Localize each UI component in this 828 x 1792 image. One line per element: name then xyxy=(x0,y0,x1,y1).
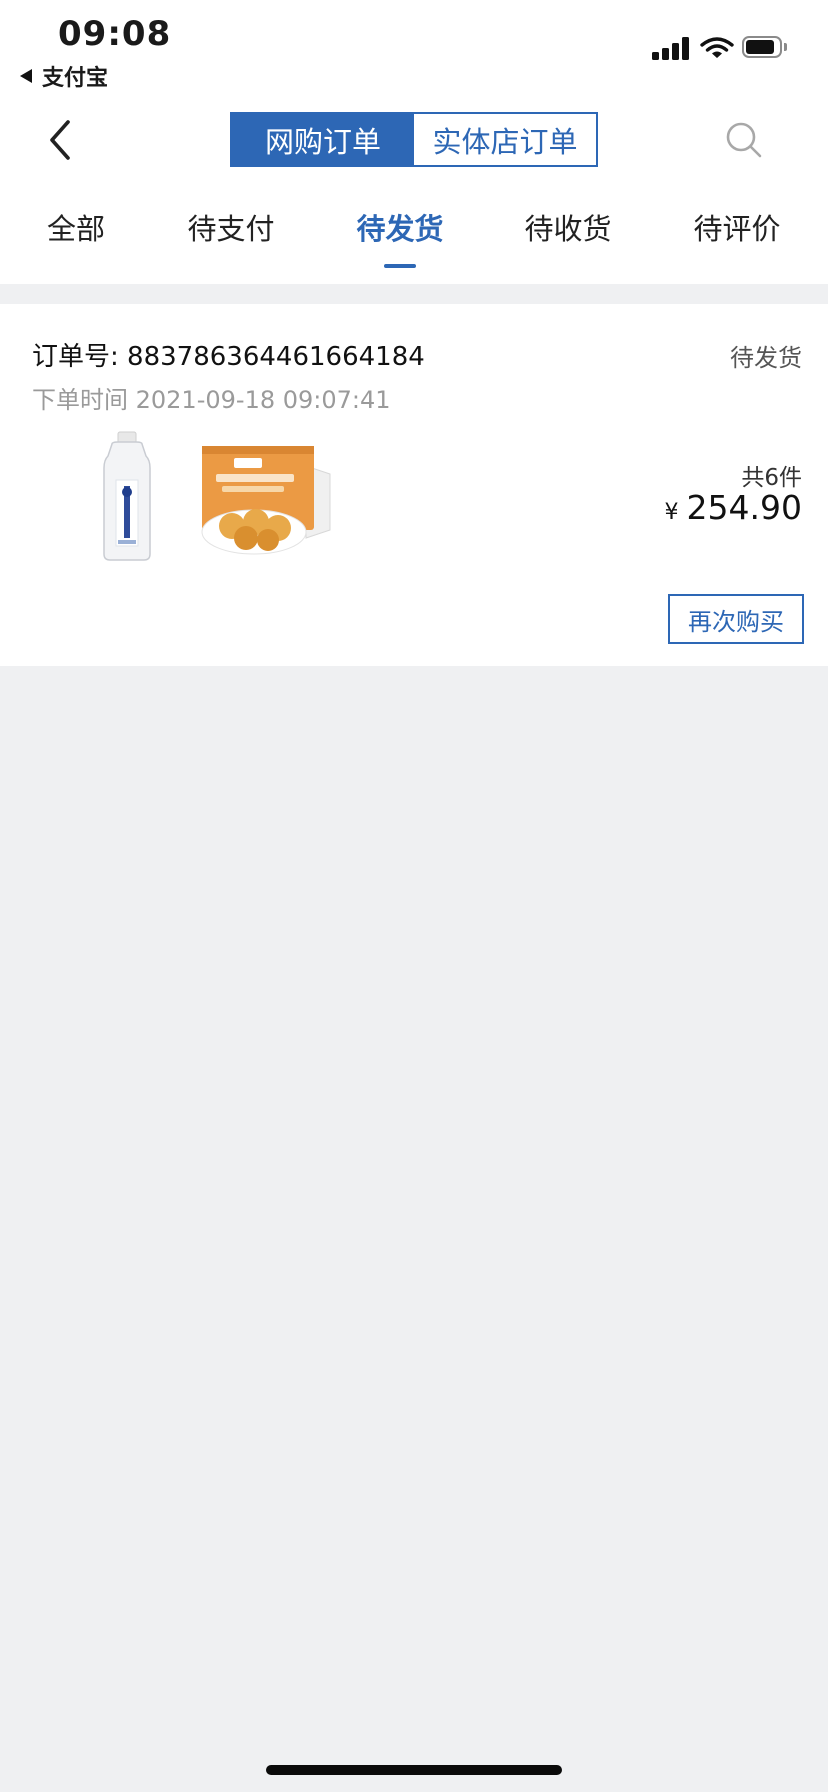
tab-pending-receipt[interactable]: 待收货 xyxy=(508,206,628,248)
battery-icon xyxy=(742,36,788,60)
currency-symbol: ¥ xyxy=(664,500,679,525)
active-tab-indicator xyxy=(384,264,416,268)
search-icon[interactable] xyxy=(724,120,764,160)
tab-pending-review[interactable]: 待评价 xyxy=(677,206,797,248)
wifi-icon xyxy=(700,37,734,58)
return-app-label: 支付宝 xyxy=(42,66,109,91)
tab-pending-shipment[interactable]: 待发货 xyxy=(340,206,460,248)
order-type-segmented-control: 网购订单 实体店订单 xyxy=(230,112,598,167)
order-status-tabs: 全部 待支付 待发货 待收货 待评价 xyxy=(0,206,828,268)
order-status-label: 待发货 xyxy=(730,344,802,372)
milk-bottle-image[interactable] xyxy=(66,426,206,566)
segment-online-orders[interactable]: 网购订单 xyxy=(232,114,414,165)
back-triangle-icon xyxy=(20,69,32,83)
status-time: 09:08 xyxy=(58,14,172,54)
home-indicator[interactable] xyxy=(266,1765,562,1775)
item-count: 共6件 xyxy=(741,465,802,491)
tab-pending-payment[interactable]: 待支付 xyxy=(171,206,291,248)
order-number: 订单号: 883786364461664184 xyxy=(32,342,425,372)
top-area: 09:08 支付宝 网购订单 实体店订单 全部 待支付 待发货 待收货 待评价 xyxy=(0,0,828,284)
segment-store-orders[interactable]: 实体店订单 xyxy=(414,114,596,165)
return-to-app-link[interactable]: 支付宝 xyxy=(20,60,108,92)
order-total: ¥ 254.90 xyxy=(665,488,802,527)
order-time: 下单时间 2021-09-18 09:07:41 xyxy=(32,386,391,414)
back-chevron-icon[interactable] xyxy=(40,112,80,168)
order-total-amount: 254.90 xyxy=(686,488,802,527)
mooncake-box-image[interactable] xyxy=(196,426,336,566)
cellular-signal-icon xyxy=(652,36,692,60)
buy-again-button[interactable]: 再次购买 xyxy=(668,594,804,644)
tab-all[interactable]: 全部 xyxy=(16,206,136,248)
order-card[interactable]: 订单号: 883786364461664184 待发货 下单时间 2021-09… xyxy=(0,304,828,666)
